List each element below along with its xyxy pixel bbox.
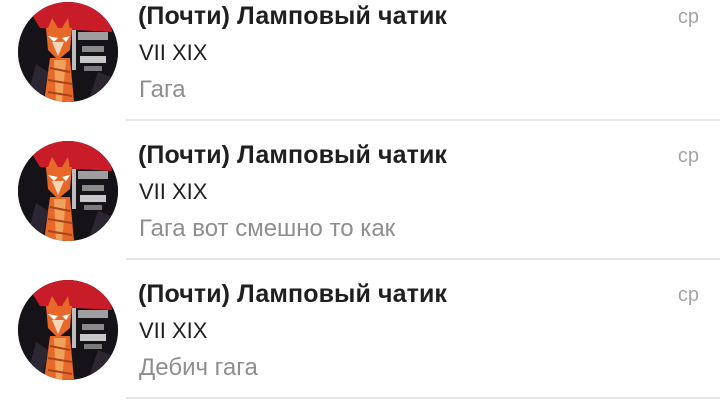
chat-list-item[interactable]: (Почти) Ламповый чатик VII XIX Гага вот … — [0, 121, 720, 260]
message-preview: Дебич гага — [139, 354, 258, 381]
chat-list: (Почти) Ламповый чатик VII XIX Гага ср (… — [0, 0, 720, 406]
chat-avatar — [18, 280, 118, 380]
chat-avatar — [18, 2, 118, 102]
chat-avatar — [18, 141, 118, 241]
chat-list-item[interactable]: (Почти) Ламповый чатик VII XIX Дебич гаг… — [0, 260, 720, 399]
message-time: ср — [677, 6, 699, 28]
message-sender: VII XIX — [139, 179, 208, 204]
message-sender: VII XIX — [139, 40, 208, 65]
chat-list-item[interactable]: (Почти) Ламповый чатик VII XIX Гага ср — [0, 0, 720, 121]
chat-title: (Почти) Ламповый чатик — [138, 2, 448, 30]
message-time: ср — [677, 145, 699, 167]
message-time: ср — [677, 284, 699, 306]
chat-title: (Почти) Ламповый чатик — [138, 280, 448, 308]
message-sender: VII XIX — [139, 318, 208, 343]
divider — [126, 397, 720, 399]
message-preview: Гага вот смешно то как — [139, 215, 396, 242]
message-preview: Гага — [139, 76, 186, 103]
chat-title: (Почти) Ламповый чатик — [138, 141, 448, 169]
